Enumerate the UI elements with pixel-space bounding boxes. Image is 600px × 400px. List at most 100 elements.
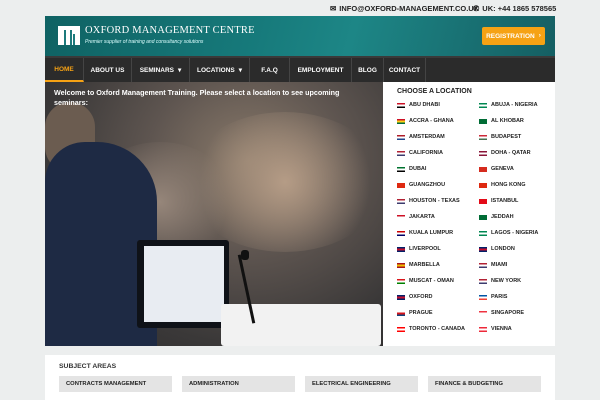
nav-item-label: F.A.Q	[261, 66, 278, 74]
flag-icon	[479, 183, 487, 188]
location-link[interactable]: AL KHOBAR	[479, 118, 559, 134]
location-link[interactable]: GUANGZHOU	[397, 182, 479, 198]
location-label: HONG KONG	[491, 182, 526, 188]
location-link[interactable]: MUSCAT - OMAN	[397, 278, 479, 294]
location-label: MARBELLA	[409, 262, 440, 268]
location-link[interactable]: LONDON	[479, 246, 559, 262]
flag-icon	[397, 167, 405, 172]
nav-item-about-us[interactable]: ABOUT US	[84, 58, 132, 82]
location-label: PRAGUE	[409, 310, 433, 316]
nav-item-contact[interactable]: CONTACT	[384, 58, 426, 82]
location-label: PARIS	[491, 294, 508, 300]
flag-icon	[479, 199, 487, 204]
flag-icon	[479, 103, 487, 108]
location-link[interactable]: MARBELLA	[397, 262, 479, 278]
hero-banner: Welcome to Oxford Management Training. P…	[45, 82, 383, 346]
location-link[interactable]: LIVERPOOL	[397, 246, 479, 262]
location-link[interactable]: VIENNA	[479, 326, 559, 342]
registration-button[interactable]: REGISTRATION ›	[482, 27, 545, 45]
nav-item-label: HOME	[54, 65, 74, 73]
location-link[interactable]: ABU DHABI	[397, 102, 479, 118]
location-link[interactable]: TORONTO - CANADA	[397, 326, 479, 342]
location-link[interactable]: HOUSTON - TEXAS	[397, 198, 479, 214]
location-label: HOUSTON - TEXAS	[409, 198, 460, 204]
location-label: VIENNA	[491, 326, 512, 332]
location-label: ACCRA - GHANA	[409, 118, 454, 124]
nav-item-label: BLOG	[358, 66, 377, 74]
location-link[interactable]: PRAGUE	[397, 310, 479, 326]
flag-icon	[397, 295, 405, 300]
location-link[interactable]: DUBAI	[397, 166, 479, 182]
location-link[interactable]: HONG KONG	[479, 182, 559, 198]
location-link[interactable]: ACCRA - GHANA	[397, 118, 479, 134]
contact-phone[interactable]: ✆ UK: +44 1865 578565	[473, 4, 556, 13]
location-label: OXFORD	[409, 294, 433, 300]
flag-icon	[397, 199, 405, 204]
location-label: NEW YORK	[491, 278, 522, 284]
location-link[interactable]: ABUJA - NIGERIA	[479, 102, 559, 118]
location-link[interactable]: KUALA LUMPUR	[397, 230, 479, 246]
flag-icon	[479, 119, 487, 124]
flag-icon	[479, 263, 487, 268]
flag-icon	[479, 311, 487, 316]
nav-item-label: ABOUT US	[90, 66, 125, 74]
location-label: MUSCAT - OMAN	[409, 278, 454, 284]
location-label: LONDON	[491, 246, 515, 252]
flag-icon	[479, 215, 487, 220]
subject-areas: SUBJECT AREAS CONTRACTS MANAGEMENT ADMINI…	[45, 355, 555, 400]
nav-item-seminars[interactable]: SEMINARS ▾	[132, 58, 190, 82]
nav-item-home[interactable]: HOME	[45, 58, 84, 82]
location-link[interactable]: ISTANBUL	[479, 198, 559, 214]
nav-item-blog[interactable]: BLOG	[352, 58, 384, 82]
nav-item-label: EMPLOYMENT	[297, 66, 344, 74]
location-label: TORONTO - CANADA	[409, 326, 466, 332]
flag-icon	[479, 135, 487, 140]
location-link[interactable]: NEW YORK	[479, 278, 559, 294]
nav-item-locations[interactable]: LOCATIONS ▾	[190, 58, 250, 82]
logo-mark	[58, 26, 80, 45]
nav-item-label: LOCATIONS	[196, 66, 235, 74]
location-label: GUANGZHOU	[409, 182, 446, 188]
location-link[interactable]: LAGOS - NIGERIA	[479, 230, 559, 246]
location-list: ABU DHABI ABUJA - NIGERIA ACCRA - GHANA AL …	[397, 102, 541, 342]
location-label: ABUJA - NIGERIA	[491, 102, 538, 108]
flag-icon	[397, 263, 405, 268]
location-link[interactable]: JAKARTA	[397, 214, 479, 230]
location-link[interactable]: JEDDAH	[479, 214, 559, 230]
subject-area-button[interactable]: CONTRACTS MANAGEMENT	[59, 376, 172, 392]
location-link[interactable]: DOHA - QATAR	[479, 150, 559, 166]
location-link[interactable]: SINGAPORE	[479, 310, 559, 326]
location-label: JEDDAH	[491, 214, 514, 220]
subject-area-button[interactable]: FINANCE & BUDGETING	[428, 376, 541, 392]
nav-item-employment[interactable]: EMPLOYMENT	[290, 58, 352, 82]
location-link[interactable]: CALIFORNIA	[397, 150, 479, 166]
contact-email[interactable]: ✉ INFO@OXFORD-MANAGEMENT.CO.UK	[330, 4, 479, 13]
location-label: SINGAPORE	[491, 310, 525, 316]
site-title: OXFORD MANAGEMENT CENTRE	[85, 25, 255, 37]
contact-email-text: INFO@OXFORD-MANAGEMENT.CO.UK	[339, 4, 480, 13]
location-link[interactable]: PARIS	[479, 294, 559, 310]
main-nav: HOME ABOUT US SEMINARS ▾ LOCATIONS ▾ F.A.Q EMPL…	[45, 56, 555, 82]
nav-item-label: SEMINARS	[139, 66, 175, 74]
location-label: DUBAI	[409, 166, 427, 172]
location-label: LAGOS - NIGERIA	[491, 230, 539, 236]
location-label: KUALA LUMPUR	[409, 230, 454, 236]
location-link[interactable]: MIAMI	[479, 262, 559, 278]
flag-icon	[479, 295, 487, 300]
location-label: ISTANBUL	[491, 198, 519, 204]
location-panel: CHOOSE A LOCATION ABU DHABI ABUJA - NIGER…	[383, 82, 555, 346]
flag-icon	[397, 103, 405, 108]
location-link[interactable]: OXFORD	[397, 294, 479, 310]
location-link[interactable]: BUDAPEST	[479, 134, 559, 150]
subject-area-button[interactable]: ELECTRICAL ENGINEERING	[305, 376, 418, 392]
nav-item-f-a-q[interactable]: F.A.Q	[250, 58, 290, 82]
flag-icon	[397, 279, 405, 284]
location-link[interactable]: GENEVA	[479, 166, 559, 182]
subject-area-button[interactable]: ADMINISTRATION	[182, 376, 295, 392]
top-contact-bar: ✉ INFO@OXFORD-MANAGEMENT.CO.UK ✆ UK: +44…	[0, 0, 600, 16]
location-link[interactable]: AMSTERDAM	[397, 134, 479, 150]
flag-icon	[479, 247, 487, 252]
site-logo[interactable]: OXFORD MANAGEMENT CENTRE Premier supplie…	[58, 26, 255, 45]
flag-icon	[397, 231, 405, 236]
location-label: CALIFORNIA	[409, 150, 443, 156]
